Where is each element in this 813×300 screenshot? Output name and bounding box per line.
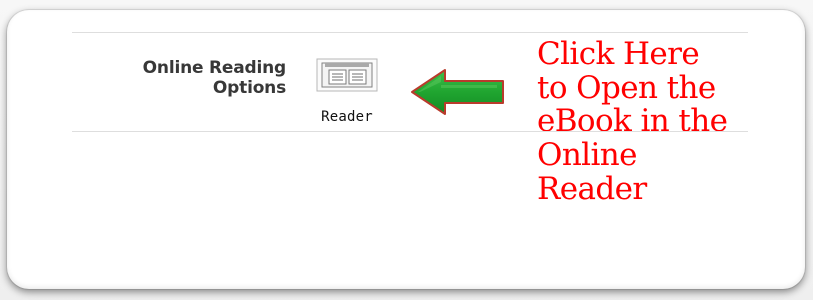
callout-line-3: eBook in the xyxy=(537,103,728,140)
instruction-callout: Click Here to Open the eBook in the Onli… xyxy=(537,36,797,207)
book-reader-icon xyxy=(316,58,378,92)
reading-options-card: Online Reading Options Reader Click Here… xyxy=(7,10,805,289)
callout-line-4: Online xyxy=(537,137,638,174)
options-label-line-2: Options xyxy=(212,78,286,98)
options-label-line-1: Online Reading xyxy=(142,58,287,78)
callout-line-5: Reader xyxy=(537,170,647,207)
top-divider xyxy=(72,32,748,33)
reader-button-label: Reader xyxy=(321,109,373,125)
reader-button[interactable]: Reader xyxy=(306,48,388,126)
callout-line-2: to Open the xyxy=(537,69,716,106)
left-arrow-icon xyxy=(411,69,504,115)
bottom-divider xyxy=(72,131,748,132)
callout-line-1: Click Here xyxy=(537,36,700,72)
online-reading-options-label: Online Reading Options xyxy=(72,58,287,98)
screenshot-frame: Online Reading Options Reader Click Here… xyxy=(0,0,813,300)
